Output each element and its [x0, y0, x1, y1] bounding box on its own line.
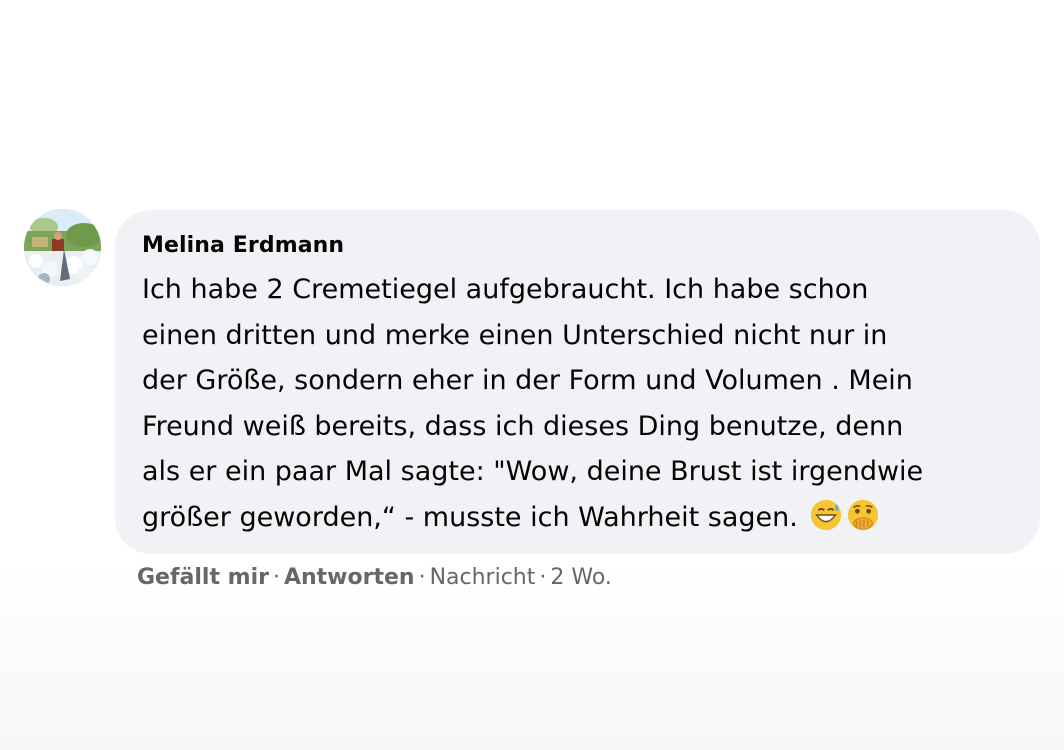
- comment-line: Freund weiß bereits, dass ich dieses Din…: [142, 410, 904, 442]
- comment-line: größer geworden,“ - musste ich Wahrheit …: [142, 501, 798, 533]
- reply-button[interactable]: Antworten: [284, 565, 415, 590]
- comment-line: einen dritten und merke einen Unterschie…: [142, 319, 888, 351]
- separator: ·: [418, 565, 426, 590]
- grinning-sweat-emoji-icon: [811, 499, 842, 531]
- message-link[interactable]: Nachricht: [430, 565, 536, 590]
- comment-actions: Gefällt mir · Antworten · Nachricht · 2 Wo.: [137, 565, 612, 590]
- face-with-hand-over-mouth-emoji-icon: [848, 499, 879, 531]
- avatar-photo-icon: [24, 209, 101, 286]
- separator: ·: [272, 565, 280, 590]
- comment-line: der Größe, sondern eher in der Form und …: [142, 365, 913, 397]
- like-button[interactable]: Gefällt mir: [137, 565, 269, 590]
- comment-author[interactable]: Melina Erdmann: [142, 233, 344, 258]
- avatar[interactable]: [24, 209, 101, 286]
- timestamp[interactable]: 2 Wo.: [550, 565, 612, 590]
- comment-line: als er ein paar Mal sagte: "Wow, deine B…: [142, 456, 924, 488]
- comment-text: Ich habe 2 Cremetiegel aufgebraucht. Ich…: [142, 267, 1032, 541]
- comment: Melina Erdmann Ich habe 2 Cremetiegel au…: [0, 0, 1064, 750]
- comment-line: Ich habe 2 Cremetiegel aufgebraucht. Ich…: [142, 274, 869, 305]
- separator: ·: [539, 565, 547, 590]
- comment-last-line: größer geworden,“ - musste ich Wahrheit …: [142, 495, 1032, 541]
